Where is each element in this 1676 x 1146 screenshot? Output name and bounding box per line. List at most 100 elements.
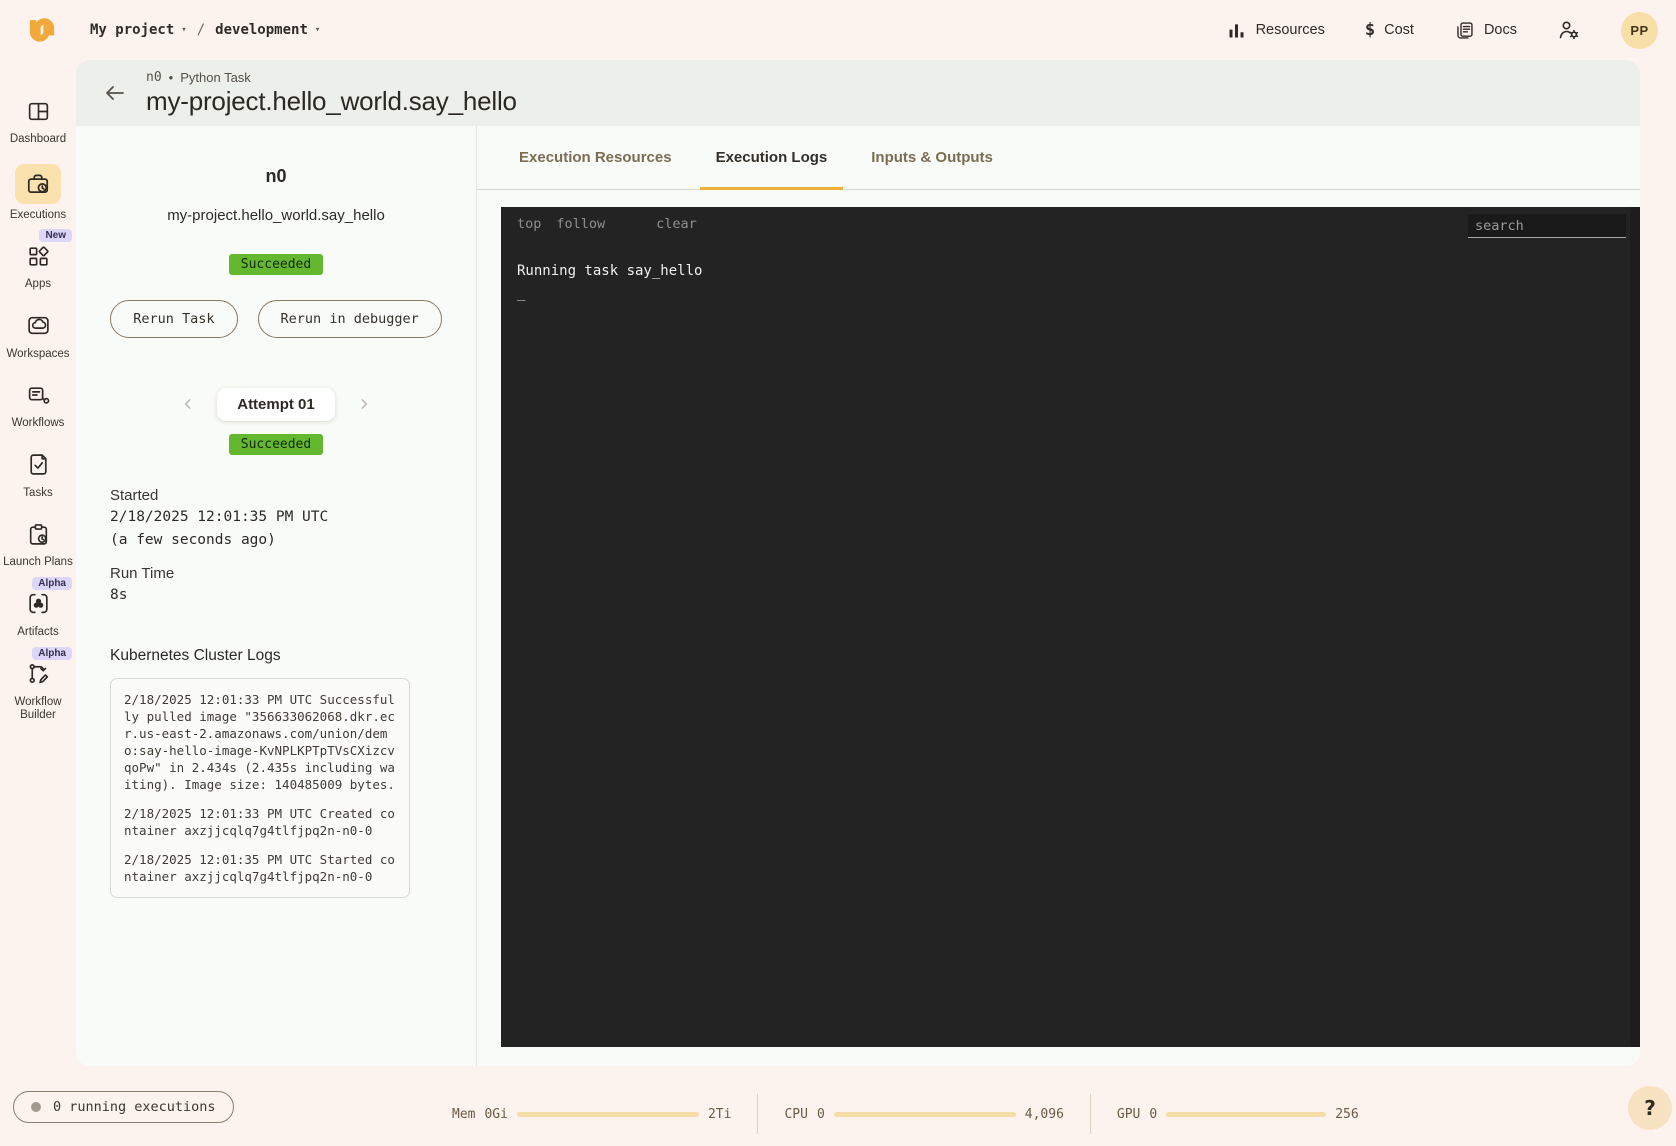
tab-inputs-outputs[interactable]: Inputs & Outputs (855, 126, 1009, 189)
log-console: top follow clear Running task say_hello … (501, 207, 1640, 1047)
rerun-task-button[interactable]: Rerun Task (110, 300, 237, 338)
workflows-icon (15, 378, 61, 412)
sidebar-item-label: Workflow Builder (2, 696, 74, 723)
header-bullet: • (169, 70, 174, 85)
console-controls: top follow clear (517, 216, 697, 232)
log-cursor: _ (517, 283, 702, 305)
console-scrollbar[interactable] (1630, 207, 1640, 1047)
header-node-id: n0 (146, 70, 162, 85)
sidebar-item-label: Workflows (12, 417, 65, 431)
started-label: Started (110, 487, 476, 504)
sidebar-item-label: Dashboard (10, 133, 66, 147)
previous-attempt-button[interactable] (177, 393, 199, 417)
sidebar-item-artifacts[interactable]: Alpha Artifacts (2, 587, 74, 640)
gpu-meter-bar (1166, 1112, 1326, 1117)
sidebar-item-label: Launch Plans (3, 556, 73, 570)
meter-divider (757, 1094, 758, 1134)
sidebar-item-workflows[interactable]: Workflows (2, 378, 74, 431)
log-clear-button[interactable]: clear (656, 216, 697, 232)
sidebar-item-label: Apps (25, 278, 51, 292)
content-body: n0 my-project.hello_world.say_hello Succ… (76, 126, 1640, 1066)
log-search-input[interactable] (1468, 214, 1626, 238)
cpu-meter-bar (834, 1112, 1016, 1117)
tab-bar: Execution Resources Execution Logs Input… (477, 126, 1640, 190)
header-text: n0 • Python Task my-project.hello_world.… (146, 70, 517, 117)
sidebar: Dashboard Executions New (0, 60, 76, 1146)
domain-name: development (215, 22, 308, 38)
sidebar-item-dashboard[interactable]: Dashboard (2, 94, 74, 147)
chevron-right-icon (357, 397, 371, 411)
attempt-details: Started 2/18/2025 12:01:35 PM UTC (a few… (76, 487, 476, 605)
gpu-meter: GPU 0 256 (1117, 1107, 1359, 1122)
tab-execution-logs[interactable]: Execution Logs (700, 126, 844, 189)
bar-chart-icon (1226, 20, 1247, 41)
user-settings-button[interactable] (1557, 18, 1581, 42)
sidebar-item-tasks[interactable]: Tasks (2, 448, 74, 501)
workflow-builder-icon (15, 657, 61, 691)
alpha-badge: Alpha (32, 577, 72, 590)
action-buttons: Rerun Task Rerun in debugger (76, 300, 476, 338)
app-root: My project ▾ / development ▾ Resources $… (0, 0, 1676, 1146)
back-button[interactable] (98, 76, 132, 110)
nav-resources-label: Resources (1256, 22, 1325, 38)
kubernetes-logs-title: Kubernetes Cluster Logs (110, 647, 476, 665)
attempt-navigation: Attempt 01 (76, 388, 476, 421)
nav-docs[interactable]: Docs (1454, 20, 1517, 41)
cpu-meter-label: CPU (784, 1107, 807, 1122)
kubernetes-logs-box[interactable]: 2/18/2025 12:01:33 PM UTC Successfully p… (110, 678, 410, 898)
meter-divider (1090, 1094, 1091, 1134)
status-badge: Succeeded (229, 254, 323, 275)
nav-resources[interactable]: Resources (1226, 20, 1325, 41)
topbar: My project ▾ / development ▾ Resources $… (0, 0, 1676, 60)
rerun-debugger-button[interactable]: Rerun in debugger (258, 300, 442, 338)
tasks-icon (15, 448, 61, 482)
started-relative: (a few seconds ago) (110, 530, 476, 550)
topbar-nav: Resources $ Cost Docs (1226, 12, 1658, 49)
status-row: Succeeded (76, 254, 476, 275)
attempt-label[interactable]: Attempt 01 (217, 388, 335, 421)
nav-cost[interactable]: $ Cost (1365, 20, 1414, 40)
project-selector[interactable]: My project ▾ (90, 22, 187, 38)
node-id: n0 (76, 166, 476, 187)
gpu-meter-label: GPU (1117, 1107, 1140, 1122)
dashboard-icon (15, 94, 61, 128)
tab-execution-resources[interactable]: Execution Resources (503, 126, 688, 189)
memory-meter-label: Mem (452, 1107, 475, 1122)
sidebar-item-label: Executions (10, 209, 66, 223)
breadcrumb-separator: / (197, 22, 205, 38)
log-follow-button[interactable]: follow (556, 216, 605, 232)
node-task-name: my-project.hello_world.say_hello (76, 207, 476, 224)
header-context: n0 • Python Task (146, 70, 517, 85)
page-header: n0 • Python Task my-project.hello_world.… (76, 60, 1640, 126)
union-logo[interactable] (24, 12, 60, 48)
sidebar-item-launch-plans[interactable]: Launch Plans (2, 517, 74, 570)
page-title: my-project.hello_world.say_hello (146, 86, 517, 117)
log-top-button[interactable]: top (517, 216, 541, 232)
cpu-meter-max: 4,096 (1025, 1107, 1064, 1122)
running-executions-pill[interactable]: 0 running executions (13, 1091, 234, 1123)
console-log-output: Running task say_hello _ (517, 261, 702, 304)
docs-icon (1454, 20, 1475, 41)
kubernetes-log-entry: 2/18/2025 12:01:33 PM UTC Successfully p… (124, 691, 396, 793)
alpha-badge: Alpha (32, 647, 72, 660)
execution-detail-panel: Execution Resources Execution Logs Input… (477, 126, 1640, 1066)
attempt-status-badge: Succeeded (229, 434, 323, 455)
sidebar-item-executions[interactable]: Executions (2, 164, 74, 223)
running-executions-label: 0 running executions (53, 1099, 216, 1115)
arrow-left-icon (103, 81, 127, 105)
sidebar-item-workspaces[interactable]: Workspaces (2, 309, 74, 362)
workspaces-icon (15, 309, 61, 343)
help-button[interactable]: ? (1628, 1086, 1672, 1130)
sidebar-item-apps[interactable]: New Apps (2, 239, 74, 292)
sidebar-item-workflow-builder[interactable]: Alpha Workflow Builder (2, 657, 74, 723)
domain-selector[interactable]: development ▾ (215, 22, 320, 38)
next-attempt-button[interactable] (353, 393, 375, 417)
chevron-down-icon: ▾ (315, 25, 320, 35)
breadcrumb: My project ▾ / development ▾ (90, 22, 320, 38)
bottom-status-bar: 0 running executions Mem 0Gi 2Ti CPU 0 4… (0, 1066, 1676, 1146)
gpu-meter-max: 256 (1335, 1107, 1358, 1122)
log-line: Running task say_hello (517, 261, 702, 283)
user-avatar[interactable]: PP (1621, 12, 1658, 49)
executions-icon (15, 164, 61, 204)
project-name: My project (90, 22, 174, 38)
